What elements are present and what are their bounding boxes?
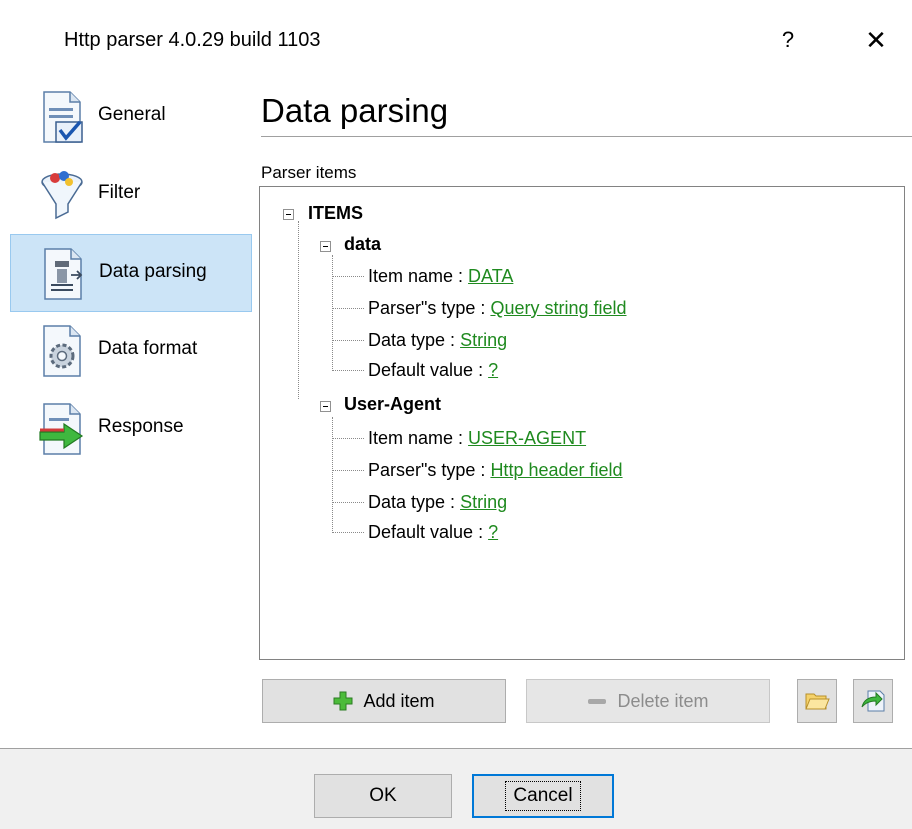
title-divider bbox=[261, 136, 912, 137]
close-button[interactable]: ✕ bbox=[858, 22, 894, 58]
field-label: Item name : bbox=[368, 266, 469, 286]
sidebar-item-data-format[interactable]: Data format bbox=[10, 312, 252, 390]
open-file-button[interactable] bbox=[797, 679, 837, 723]
export-arrow-icon bbox=[861, 690, 885, 712]
tree-connector bbox=[332, 438, 364, 439]
field-label: Default value : bbox=[368, 360, 489, 380]
field-value-link[interactable]: DATA bbox=[468, 266, 513, 286]
add-item-button[interactable]: Add item bbox=[262, 679, 506, 723]
field-value-link[interactable]: String bbox=[460, 330, 507, 350]
parser-items-label: Parser items bbox=[261, 163, 357, 182]
tree-field-default-value[interactable]: Default value : ? bbox=[368, 360, 498, 381]
collapse-toggle-icon[interactable] bbox=[320, 241, 331, 252]
window-title: Http parser 4.0.29 build 1103 bbox=[64, 29, 321, 51]
field-label: Data type : bbox=[368, 492, 461, 512]
dialog-footer: OK Cancel bbox=[0, 749, 912, 829]
field-label: Data type : bbox=[368, 330, 461, 350]
collapse-toggle-icon[interactable] bbox=[283, 209, 294, 220]
cancel-label: Cancel bbox=[505, 781, 581, 811]
folder-open-icon bbox=[805, 693, 830, 710]
help-button[interactable]: ? bbox=[770, 22, 806, 58]
delete-item-label: Delete item bbox=[617, 690, 709, 711]
field-value-link[interactable]: USER-AGENT bbox=[468, 428, 586, 448]
gear-document-icon bbox=[43, 325, 81, 377]
ok-button[interactable]: OK bbox=[314, 774, 452, 818]
tree-field-parser-type[interactable]: Parser"s type : Http header field bbox=[368, 460, 623, 481]
export-button[interactable] bbox=[853, 679, 893, 723]
cancel-button[interactable]: Cancel bbox=[472, 774, 614, 818]
tree-root[interactable]: ITEMS bbox=[308, 203, 363, 224]
document-check-icon bbox=[43, 91, 83, 143]
field-label: Item name : bbox=[368, 428, 469, 448]
tree-field-data-type[interactable]: Data type : String bbox=[368, 330, 507, 351]
field-value-link[interactable]: Http header field bbox=[490, 460, 622, 480]
title-bar: Http parser 4.0.29 build 1103 ? ✕ bbox=[0, 0, 912, 80]
arrow-document-icon bbox=[39, 403, 84, 455]
sidebar-item-filter[interactable]: Filter bbox=[10, 156, 252, 234]
field-label: Parser"s type : bbox=[368, 460, 491, 480]
minus-icon bbox=[588, 699, 607, 704]
tree-field-item-name[interactable]: Item name : USER-AGENT bbox=[368, 428, 586, 449]
field-value-link[interactable]: ? bbox=[488, 360, 498, 380]
tree-connector bbox=[332, 255, 333, 369]
sidebar-item-response[interactable]: Response bbox=[10, 390, 252, 468]
tree-connector bbox=[332, 370, 364, 371]
add-item-label: Add item bbox=[363, 690, 435, 711]
plus-icon bbox=[333, 691, 353, 711]
tree-connector bbox=[332, 276, 364, 277]
collapse-toggle-icon[interactable] bbox=[320, 401, 331, 412]
sidebar-item-label: Data format bbox=[98, 338, 198, 359]
field-value-link[interactable]: String bbox=[460, 492, 507, 512]
tree-connector bbox=[332, 340, 364, 341]
sidebar-item-label: General bbox=[98, 104, 166, 125]
tree-connector bbox=[332, 532, 364, 533]
tree-field-default-value[interactable]: Default value : ? bbox=[368, 522, 498, 543]
tree-group-data[interactable]: data bbox=[344, 234, 381, 255]
sidebar-item-data-parsing[interactable]: Data parsing bbox=[10, 234, 252, 312]
tree-connector bbox=[332, 308, 364, 309]
page-title: Data parsing bbox=[261, 92, 449, 129]
sidebar-item-label: Filter bbox=[98, 182, 141, 203]
sidebar-item-general[interactable]: General bbox=[10, 78, 252, 156]
delete-item-button[interactable]: Delete item bbox=[526, 679, 770, 723]
tree-field-data-type[interactable]: Data type : String bbox=[368, 492, 507, 513]
field-label: Parser"s type : bbox=[368, 298, 491, 318]
sidebar-item-label: Response bbox=[98, 416, 184, 437]
sidebar: General Filter Data parsing Data format … bbox=[10, 78, 252, 748]
tree-field-item-name[interactable]: Item name : DATA bbox=[368, 266, 513, 287]
tree-group-user-agent[interactable]: User-Agent bbox=[344, 394, 441, 415]
field-label: Default value : bbox=[368, 522, 489, 542]
funnel-icon bbox=[41, 171, 83, 220]
field-value-link[interactable]: ? bbox=[488, 522, 498, 542]
sidebar-item-label: Data parsing bbox=[99, 261, 207, 282]
field-value-link[interactable]: Query string field bbox=[490, 298, 626, 318]
tree-field-parser-type[interactable]: Parser"s type : Query string field bbox=[368, 298, 627, 319]
parser-items-tree[interactable]: ITEMS data Item name : DATA Parser"s typ… bbox=[259, 186, 905, 660]
tree-connector bbox=[332, 417, 333, 531]
tree-connector bbox=[332, 502, 364, 503]
parsing-icon bbox=[44, 248, 83, 300]
tree-connector bbox=[298, 221, 299, 399]
tree-connector bbox=[332, 470, 364, 471]
